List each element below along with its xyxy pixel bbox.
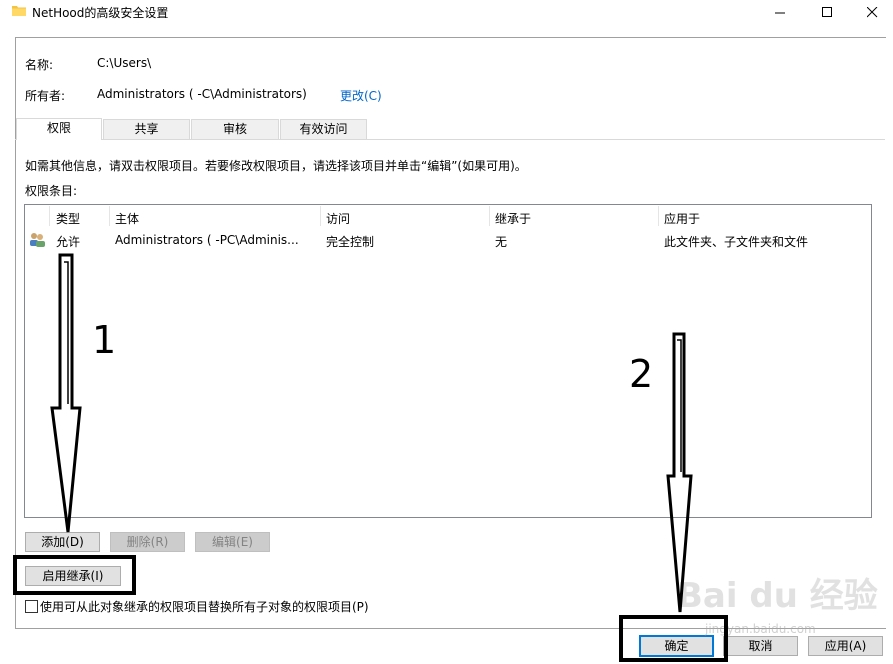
step-number-2: 2 (629, 352, 654, 396)
annotation-arrows (50, 253, 693, 613)
arrow-down-icon (666, 332, 693, 613)
arrow-down-icon (50, 253, 82, 533)
step-number-1: 1 (92, 318, 117, 362)
